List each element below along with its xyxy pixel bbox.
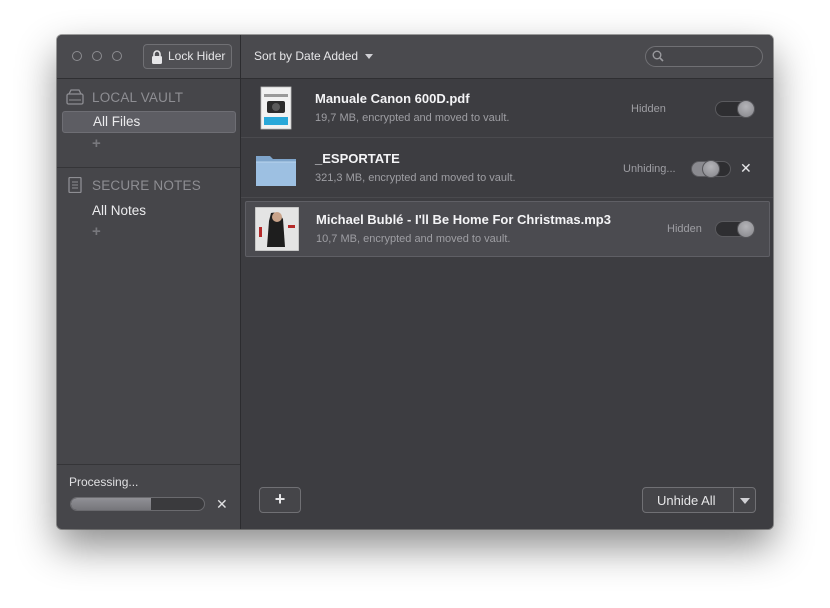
file-status: Hidden (667, 223, 702, 235)
local-vault-title: LOCAL VAULT (92, 89, 184, 105)
file-status: Unhiding... (623, 163, 676, 175)
note-icon (68, 177, 82, 193)
file-details: 321,3 MB, encrypted and moved to vault. (315, 172, 516, 184)
hide-toggle[interactable] (715, 220, 755, 238)
sidebar-divider (57, 464, 240, 465)
button-separator (733, 488, 734, 512)
sidebar-item-label: All Files (93, 114, 141, 129)
album-art-icon (255, 207, 299, 251)
cancel-processing-button[interactable]: ✕ (216, 496, 228, 513)
pdf-thumbnail-icon (260, 86, 292, 130)
sidebar-toolbar: Lock Hider (57, 35, 240, 79)
sidebar-item-all-files[interactable]: All Files (62, 111, 236, 133)
sort-label: Sort by Date Added (254, 49, 359, 63)
file-row[interactable]: _ESPORTATE 321,3 MB, encrypted and moved… (241, 139, 773, 198)
lock-hider-button[interactable]: Lock Hider (143, 44, 232, 69)
local-vault-header: LOCAL VAULT (66, 89, 183, 105)
progress-fill (71, 498, 151, 510)
search-input[interactable] (645, 46, 763, 67)
toggle-knob (737, 220, 755, 238)
main-toolbar: Sort by Date Added (241, 35, 773, 79)
sidebar-item-label: All Notes (92, 203, 147, 218)
hide-toggle[interactable] (715, 100, 755, 118)
file-list-pane: Sort by Date Added Manuale Canon 600D.pd… (241, 35, 773, 529)
add-file-button[interactable]: + (259, 487, 301, 513)
unhide-all-button[interactable]: Unhide All (642, 487, 756, 513)
secure-notes-header: SECURE NOTES (66, 177, 201, 193)
close-window-button[interactable] (72, 51, 82, 61)
processing-label: Processing... (69, 475, 139, 489)
lock-icon (152, 49, 162, 64)
secure-notes-title: SECURE NOTES (92, 177, 201, 193)
file-details: 10,7 MB, encrypted and moved to vault. (316, 233, 511, 245)
file-row[interactable]: Manuale Canon 600D.pdf 19,7 MB, encrypte… (241, 79, 773, 138)
sidebar: Lock Hider LOCAL VAULT All Files + SECUR… (57, 35, 241, 529)
toggle-knob (702, 160, 720, 178)
hide-toggle[interactable] (691, 160, 731, 178)
file-row[interactable]: Michael Bublé - I'll Be Home For Christm… (245, 201, 770, 257)
lock-hider-label: Lock Hider (168, 49, 226, 63)
app-window: Lock Hider LOCAL VAULT All Files + SECUR… (57, 35, 773, 529)
cancel-unhide-button[interactable]: ✕ (740, 160, 752, 177)
file-status: Hidden (631, 103, 666, 115)
file-name: Manuale Canon 600D.pdf (315, 91, 470, 106)
zoom-window-button[interactable] (112, 51, 122, 61)
add-note-button[interactable]: + (92, 223, 101, 240)
add-vault-item-button[interactable]: + (92, 135, 101, 152)
unhide-all-label: Unhide All (657, 493, 716, 508)
sidebar-divider (57, 167, 240, 168)
minimize-window-button[interactable] (92, 51, 102, 61)
toggle-knob (737, 100, 755, 118)
chevron-down-icon[interactable] (740, 498, 750, 504)
folder-icon (256, 156, 296, 186)
file-details: 19,7 MB, encrypted and moved to vault. (315, 112, 510, 124)
file-name: _ESPORTATE (315, 151, 400, 166)
chevron-down-icon (365, 53, 374, 59)
sidebar-item-all-notes[interactable]: All Notes (62, 200, 236, 222)
hard-drive-icon (66, 89, 84, 105)
search-icon (652, 50, 664, 62)
file-name: Michael Bublé - I'll Be Home For Christm… (316, 212, 611, 227)
sort-dropdown[interactable]: Sort by Date Added (254, 49, 374, 63)
processing-progress-bar (70, 497, 205, 511)
